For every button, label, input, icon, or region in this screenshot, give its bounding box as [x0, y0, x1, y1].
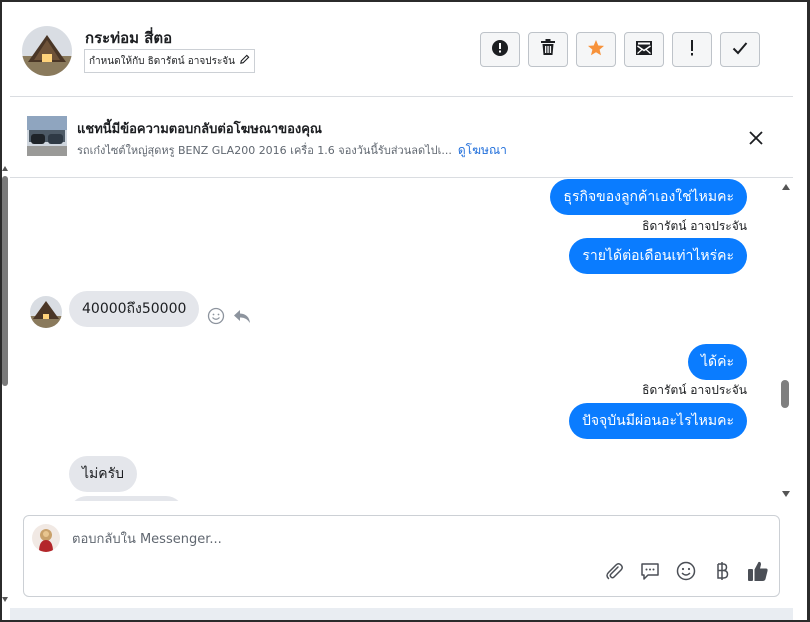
outer-scroll-down-arrow[interactable]: [2, 597, 8, 602]
outer-scrollbar-thumb[interactable]: [2, 176, 8, 386]
emoji-reaction-icon[interactable]: [207, 307, 225, 329]
saved-replies-button[interactable]: [639, 562, 661, 584]
view-ad-link[interactable]: ดูโฆษณา: [458, 143, 507, 157]
mark-done-button[interactable]: [720, 32, 760, 67]
payment-button[interactable]: [711, 561, 733, 586]
assign-agent-control[interactable]: กำหนดให้กับ ธิดารัตน์ อาจประจัน: [84, 49, 256, 73]
baht-icon: [715, 561, 729, 586]
mark-unread-button[interactable]: [624, 32, 664, 67]
assign-label: กำหนดให้กับ ธิดารัตน์ อาจประจัน: [89, 55, 236, 67]
ad-banner-title: แชทนี้มีข้อความตอบกลับต่อโฆษณาของคุณ: [77, 122, 322, 137]
conversation-toolbar: [480, 32, 760, 67]
close-icon: [749, 130, 763, 149]
follow-up-button[interactable]: [672, 32, 712, 67]
envelope-icon: [635, 39, 653, 61]
star-icon: [587, 39, 605, 61]
message-bubble-incoming[interactable]: 40000ถึง50000: [69, 291, 200, 327]
spam-button[interactable]: [480, 32, 520, 67]
reply-composer: [23, 515, 780, 597]
message-sender-label: ธิดารัตน์ อาจประจัน: [642, 219, 747, 233]
speech-bubble-icon: [640, 561, 660, 586]
exclamation-icon: [689, 39, 695, 61]
ad-banner-description: รถเก๋งไซต์ใหญ่สุดหรู BENZ GLA200 2016 เค…: [77, 141, 507, 160]
smiley-icon: [676, 561, 696, 586]
message-bubble-outgoing[interactable]: ธุรกิจของลูกค้าเองใช่ไหมคะ: [550, 179, 747, 215]
delete-button[interactable]: [528, 32, 568, 67]
composer-toolbar: [603, 560, 769, 587]
emoji-button[interactable]: [675, 561, 697, 586]
outer-scroll-up-arrow[interactable]: [2, 166, 8, 171]
pencil-icon: [239, 54, 250, 68]
contact-name[interactable]: กระท่อม สี่ตอ: [85, 26, 172, 50]
message-bubble-outgoing[interactable]: รายได้ต่อเดือนเท่าไหร่คะ: [569, 238, 747, 274]
reply-input[interactable]: [72, 528, 572, 550]
message-actions: [207, 307, 251, 329]
trash-icon: [540, 39, 556, 60]
agent-avatar: [32, 524, 60, 552]
ad-description-text: รถเก๋งไซต์ใหญ่สุดหรู BENZ GLA200 2016 เค…: [77, 144, 452, 157]
ad-thumbnail[interactable]: [27, 116, 67, 156]
alert-circle-icon: [491, 39, 509, 61]
checkmark-icon: [732, 40, 748, 59]
message-bubble-outgoing[interactable]: ได้ค่ะ: [687, 344, 747, 380]
close-banner-button[interactable]: [745, 128, 767, 150]
conversation-header: กระท่อม สี่ตอ กำหนดให้กับ ธิดารัตน์ อาจป…: [10, 2, 793, 97]
contact-avatar-small: [30, 296, 62, 328]
message-bubble-outgoing[interactable]: ปัจจุบันมีผ่อนอะไรไหมคะ: [568, 403, 747, 439]
like-button[interactable]: [747, 560, 769, 587]
attachment-button[interactable]: [603, 562, 625, 584]
ad-reply-banner: แชทนี้มีข้อความตอบกลับต่อโฆษณาของคุณ รถเ…: [10, 98, 793, 178]
message-bubble-incoming[interactable]: ไม่ครับ: [69, 456, 138, 492]
paperclip-icon: [604, 561, 624, 586]
scroll-up-arrow[interactable]: [782, 184, 790, 190]
conversation-panel: กระท่อม สี่ตอ กำหนดให้กับ ธิดารัตน์ อาจป…: [10, 2, 793, 610]
message-sender-label: ธิดารัตน์ อาจประจัน: [642, 383, 747, 397]
message-thread: ธุรกิจของลูกค้าเองใช่ไหมคะ ธิดารัตน์ อาจ…: [10, 179, 793, 501]
scroll-down-arrow[interactable]: [782, 491, 790, 497]
star-button[interactable]: [576, 32, 616, 67]
message-bubble-incoming-partial[interactable]: [69, 496, 184, 501]
reply-icon[interactable]: [233, 308, 251, 328]
thumbs-up-icon: [747, 560, 769, 587]
scrollbar-thumb[interactable]: [781, 380, 789, 408]
thread-scrollbar[interactable]: [780, 179, 790, 501]
panel-bottom-edge: [10, 608, 793, 620]
contact-avatar[interactable]: [22, 26, 72, 76]
